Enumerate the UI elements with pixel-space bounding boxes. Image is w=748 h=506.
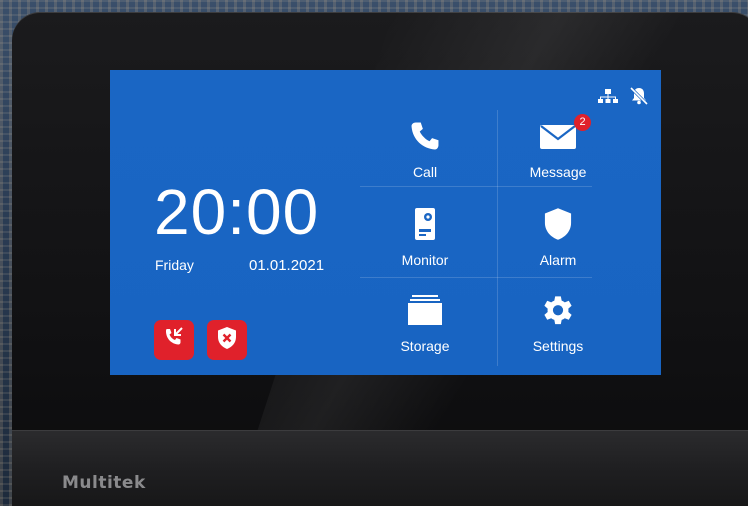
alarm-off-button[interactable] — [207, 320, 247, 360]
missed-call-icon — [162, 326, 186, 355]
touch-screen: 20:00 Friday 01.01.2021 Call 2 Message M… — [110, 70, 661, 375]
network-icon — [597, 88, 619, 104]
brand-logo: Multitek — [62, 473, 146, 493]
menu-settings-label: Settings — [532, 338, 584, 354]
menu-monitor-label: Monitor — [401, 252, 449, 268]
menu-call-label: Call — [412, 164, 438, 180]
storage-icon — [407, 294, 443, 331]
menu-alarm-label: Alarm — [539, 252, 577, 268]
door-station-icon — [413, 207, 437, 246]
status-bar — [597, 86, 649, 106]
envelope-icon: 2 — [539, 113, 591, 155]
intercom-device: 20:00 Friday 01.01.2021 Call 2 Message M… — [12, 12, 748, 506]
missed-call-button[interactable] — [154, 320, 194, 360]
menu-storage-label: Storage — [400, 338, 450, 354]
menu-alarm[interactable]: Alarm — [493, 204, 623, 284]
bell-muted-icon — [629, 86, 649, 106]
menu-message[interactable]: 2 Message — [493, 113, 623, 196]
shield-icon — [542, 207, 574, 246]
device-bottom-bezel: Multitek — [12, 430, 748, 506]
message-badge: 2 — [574, 113, 591, 131]
menu-settings[interactable]: Settings — [493, 290, 623, 370]
clock-date: 01.01.2021 — [249, 257, 325, 274]
menu-message-label: Message — [529, 164, 587, 180]
alarm-off-icon — [215, 325, 239, 356]
clock-time: 20:00 — [154, 176, 320, 248]
menu-monitor[interactable]: Monitor — [360, 204, 490, 284]
phone-icon — [408, 119, 442, 158]
gear-icon — [541, 293, 575, 332]
menu-call[interactable]: Call — [360, 116, 490, 196]
clock-day: Friday — [155, 257, 194, 273]
menu-storage[interactable]: Storage — [360, 290, 490, 370]
